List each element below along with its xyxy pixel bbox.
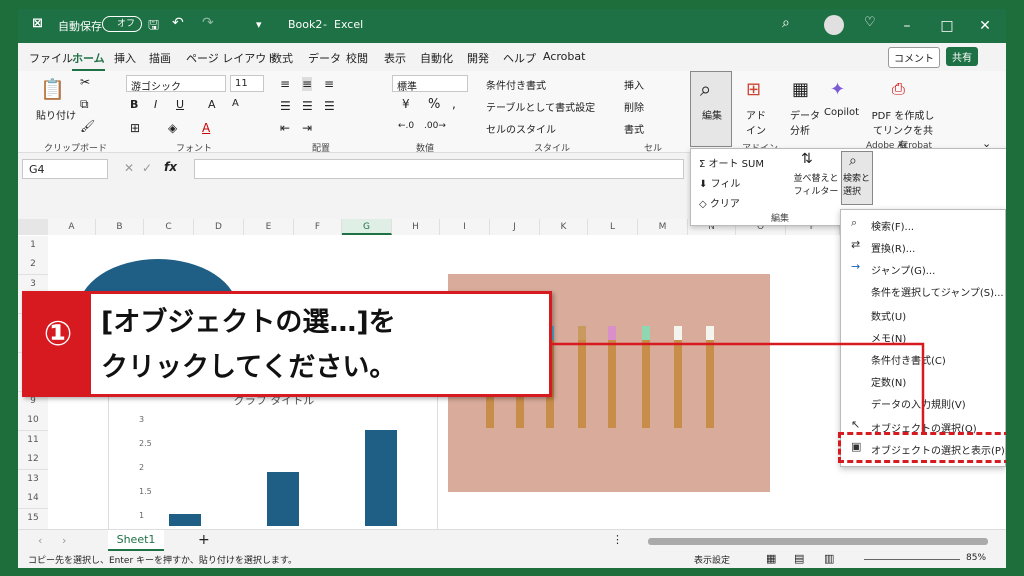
excel-window: ⊠ 自動保存 オフ 🖫 ↶ ↷ ▾ Book2 - Excel ⌕ ♡ – □ … (18, 9, 1006, 568)
status-bar: コピー先を選択し、Enter キーを押すか、貼り付けを選択します。 表示設定 ▦… (18, 551, 1006, 568)
sheet-tab-bar: ‹ › Sheet1 + ⋮ (18, 529, 1006, 551)
sheet-tab[interactable]: Sheet1 (108, 530, 164, 551)
tab-options-icon[interactable]: ⋮ (612, 533, 623, 546)
next-sheet-icon[interactable]: › (62, 534, 66, 547)
horizontal-scrollbar[interactable] (648, 538, 988, 545)
add-sheet-icon[interactable]: + (198, 532, 210, 548)
callout-connector (552, 342, 925, 433)
page-layout-icon[interactable]: ▤ (794, 552, 804, 565)
normal-view-icon[interactable]: ▦ (766, 552, 776, 565)
zoom-slider[interactable] (864, 559, 960, 560)
page-break-icon[interactable]: ▥ (824, 552, 834, 565)
prev-sheet-icon[interactable]: ‹ (38, 534, 42, 547)
display-settings-button[interactable]: 表示設定 (694, 553, 730, 566)
zoom-level[interactable]: 85% (966, 553, 986, 563)
status-message: コピー先を選択し、Enter キーを押すか、貼り付けを選択します。 (28, 556, 297, 566)
